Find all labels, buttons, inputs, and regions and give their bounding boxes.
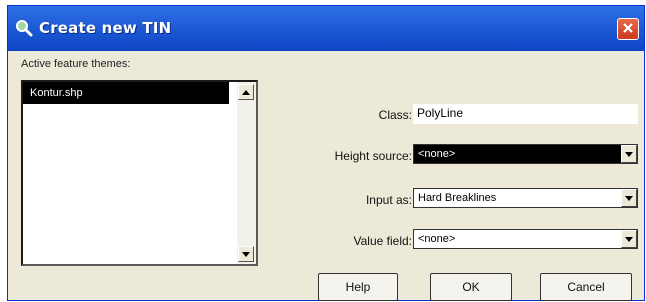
input-as-combo[interactable]: Hard Breaklines bbox=[413, 188, 638, 208]
list-item[interactable]: Kontur.shp bbox=[23, 82, 229, 104]
chevron-down-icon bbox=[625, 236, 633, 242]
cancel-button[interactable]: Cancel bbox=[540, 273, 632, 301]
input-as-value: Hard Breaklines bbox=[418, 192, 497, 204]
value-field-label: Value field: bbox=[353, 234, 412, 248]
themes-listbox[interactable]: Kontur.shp bbox=[21, 80, 258, 266]
class-field: PolyLine bbox=[413, 104, 638, 124]
help-button[interactable]: Help bbox=[318, 273, 398, 301]
close-button[interactable] bbox=[617, 18, 639, 40]
value-field-dropdown-button[interactable] bbox=[621, 230, 637, 248]
height-source-value: <none> bbox=[418, 148, 456, 160]
chevron-down-icon bbox=[625, 151, 633, 157]
title-bar[interactable]: Create new TIN bbox=[8, 6, 644, 51]
vertical-scrollbar[interactable] bbox=[237, 82, 256, 264]
create-tin-dialog: Create new TIN Active feature themes: Ko… bbox=[7, 5, 645, 301]
chevron-down-icon bbox=[625, 195, 633, 201]
input-as-dropdown-button[interactable] bbox=[621, 189, 637, 207]
value-field-value: <none> bbox=[418, 233, 456, 245]
magnifier-icon bbox=[15, 19, 33, 37]
height-source-dropdown-button[interactable] bbox=[621, 145, 637, 163]
height-source-label: Height source: bbox=[334, 149, 412, 163]
class-label: Class: bbox=[378, 108, 412, 122]
value-field-combo[interactable]: <none> bbox=[413, 229, 638, 249]
close-icon bbox=[622, 22, 634, 37]
window-title: Create new TIN bbox=[39, 19, 172, 37]
scroll-up-button[interactable] bbox=[238, 84, 254, 100]
input-as-label: Input as: bbox=[365, 193, 412, 207]
ok-button[interactable]: OK bbox=[430, 273, 512, 301]
scroll-down-button[interactable] bbox=[238, 246, 254, 262]
arrow-down-icon bbox=[242, 251, 250, 257]
arrow-up-icon bbox=[242, 89, 250, 95]
height-source-combo[interactable]: <none> bbox=[413, 144, 638, 164]
active-themes-label: Active feature themes: bbox=[21, 58, 131, 70]
